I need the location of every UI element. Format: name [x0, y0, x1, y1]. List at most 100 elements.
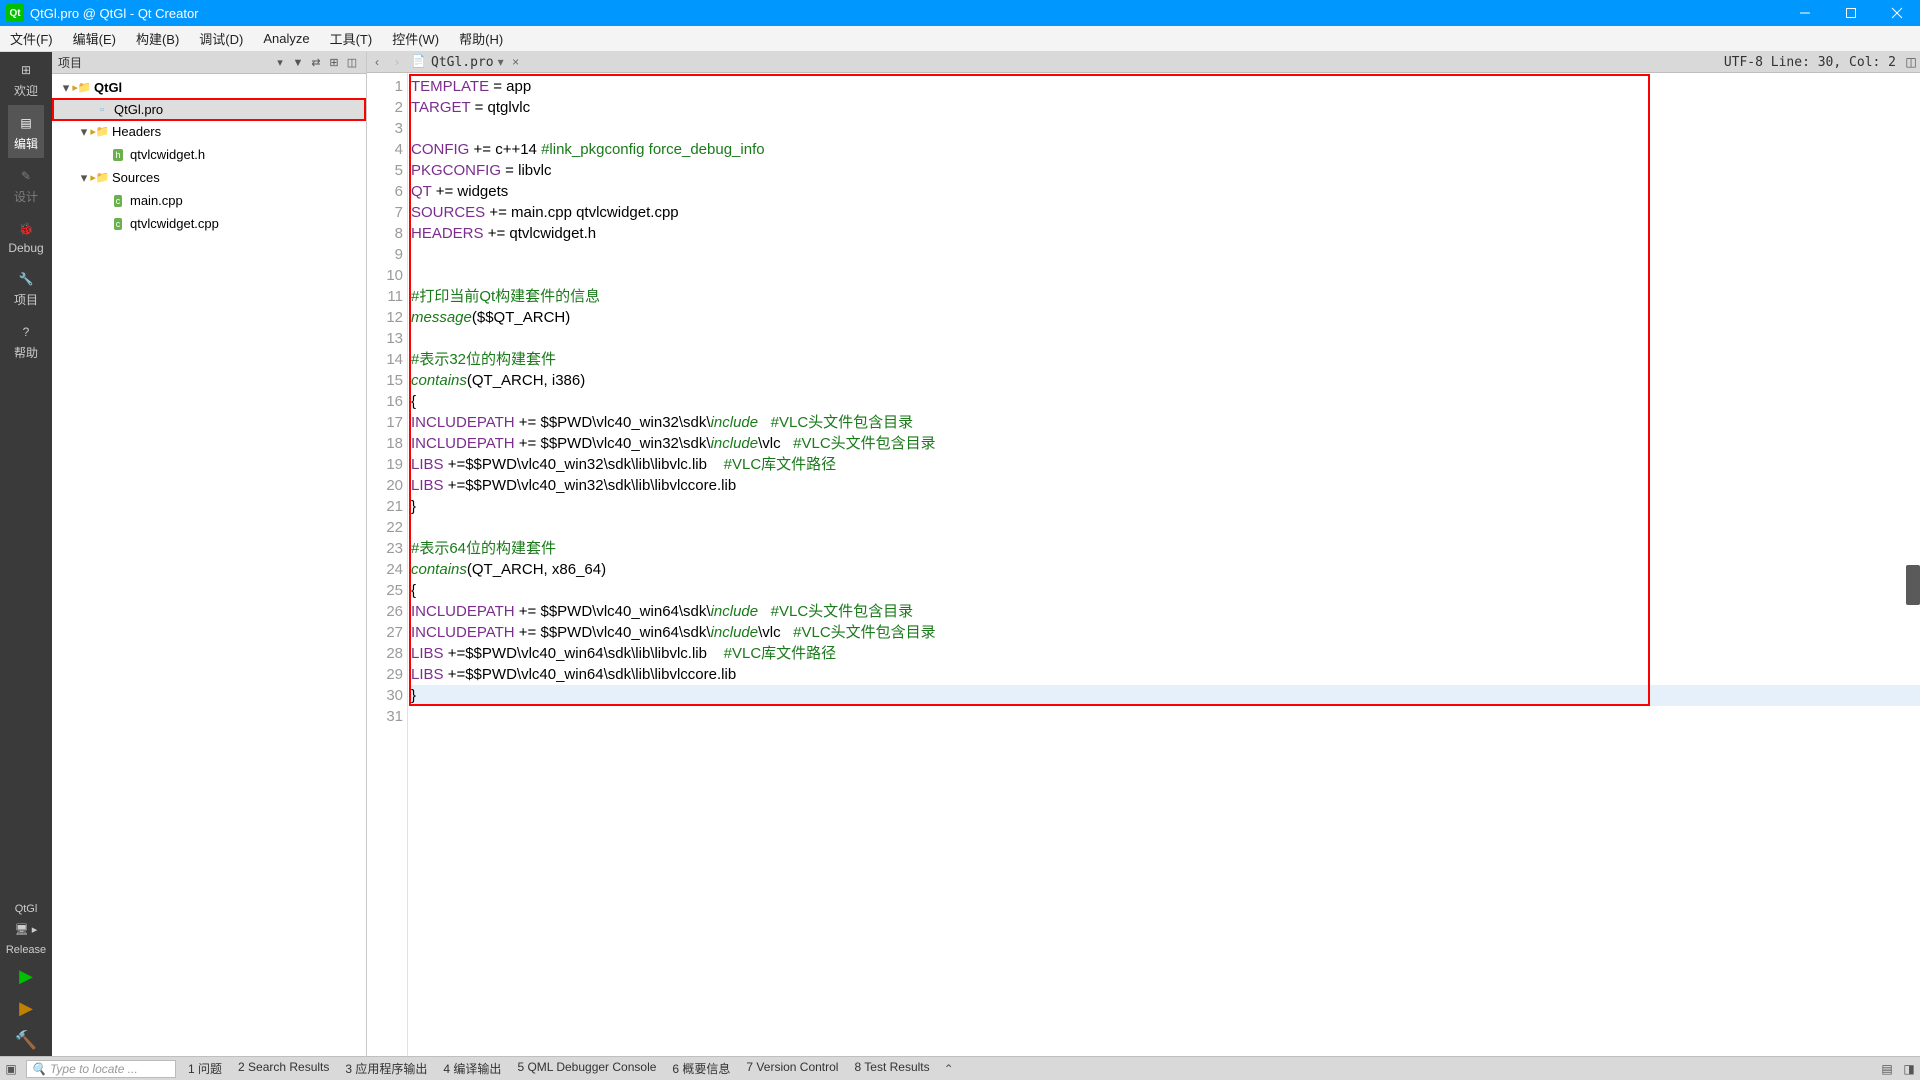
output-tab-2[interactable]: 3 应用程序输出 — [337, 1060, 435, 1077]
code-content[interactable]: TEMPLATE = appTARGET = qtglvlc CONFIG +=… — [407, 73, 1920, 1056]
code-line-10[interactable] — [411, 265, 1920, 286]
run-icon: ▶ — [19, 966, 33, 987]
code-line-2[interactable]: TARGET = qtglvlc — [411, 97, 1920, 118]
mode-项目[interactable]: 🔧项目 — [8, 261, 43, 314]
output-toggle-icon[interactable]: ▣ — [0, 1062, 22, 1076]
tree-icon: ▫ — [94, 102, 110, 118]
tree-label: Headers — [112, 124, 161, 139]
mode-帮助[interactable]: ?帮助 — [8, 314, 43, 367]
run-button[interactable]: ▶ — [15, 960, 37, 992]
mode-Debug[interactable]: 🐞Debug — [8, 211, 43, 261]
panel-filter-icon[interactable]: ▼ — [290, 55, 306, 71]
build-button[interactable]: 🔨 — [15, 1024, 37, 1056]
output-tab-6[interactable]: 7 Version Control — [738, 1060, 846, 1077]
project-tree[interactable]: ▾▸📁QtGl▫QtGl.pro▾▸📁Headershqtvlcwidget.h… — [52, 74, 366, 1056]
project-panel-header: 项目 ▾ ▼ ⇄ ⊞ ◫ — [52, 52, 366, 74]
menu-1[interactable]: 编辑(E) — [63, 26, 126, 51]
tree-item-QtGl[interactable]: ▾▸📁QtGl — [52, 76, 366, 99]
code-line-20[interactable]: LIBS +=$$PWD\vlc40_win32\sdk\lib\libvlcc… — [411, 475, 1920, 496]
menu-7[interactable]: 帮助(H) — [449, 26, 513, 51]
open-file-name[interactable]: QtGl.pro — [431, 55, 494, 70]
code-line-6[interactable]: QT += widgets — [411, 181, 1920, 202]
code-line-25[interactable]: { — [411, 580, 1920, 601]
code-line-30[interactable]: } — [411, 685, 1920, 706]
window-title: QtGl.pro @ QtGl - Qt Creator — [30, 6, 199, 21]
progress-toggle-icon[interactable]: ▤ — [1876, 1062, 1898, 1076]
code-line-28[interactable]: LIBS +=$$PWD\vlc40_win64\sdk\lib\libvlc.… — [411, 643, 1920, 664]
code-line-19[interactable]: LIBS +=$$PWD\vlc40_win32\sdk\lib\libvlc.… — [411, 454, 1920, 475]
code-line-11[interactable]: #打印当前Qt构建套件的信息 — [411, 286, 1920, 307]
close-file-icon[interactable]: × — [508, 55, 524, 69]
output-tab-3[interactable]: 4 编译输出 — [435, 1060, 509, 1077]
panel-split-icon[interactable]: ◫ — [344, 55, 360, 71]
output-tab-5[interactable]: 6 概要信息 — [664, 1060, 738, 1077]
output-tab-4[interactable]: 5 QML Debugger Console — [509, 1060, 664, 1077]
code-line-13[interactable] — [411, 328, 1920, 349]
minimize-button[interactable] — [1782, 0, 1828, 26]
tree-item-qtvlcwidget.cpp[interactable]: cqtvlcwidget.cpp — [52, 212, 366, 235]
tree-label: Sources — [112, 170, 160, 185]
tree-item-Headers[interactable]: ▾▸📁Headers — [52, 120, 366, 143]
mode-icon: 🐞 — [16, 219, 36, 239]
output-tab-1[interactable]: 2 Search Results — [230, 1060, 337, 1077]
output-tab-0[interactable]: 1 问题 — [180, 1060, 230, 1077]
code-line-5[interactable]: PKGCONFIG = libvlc — [411, 160, 1920, 181]
panel-add-icon[interactable]: ⊞ — [326, 55, 342, 71]
menu-4[interactable]: Analyze — [253, 26, 319, 51]
kit-monitor-icon[interactable]: 🖥 ▸ — [15, 919, 38, 940]
nav-back-icon[interactable]: ‹ — [367, 55, 387, 69]
close-button[interactable] — [1874, 0, 1920, 26]
output-tab-7[interactable]: 8 Test Results — [846, 1060, 937, 1077]
nav-forward-icon[interactable]: › — [387, 55, 407, 69]
code-line-7[interactable]: SOURCES += main.cpp qtvlcwidget.cpp — [411, 202, 1920, 223]
code-line-16[interactable]: { — [411, 391, 1920, 412]
code-line-24[interactable]: contains(QT_ARCH, x86_64) — [411, 559, 1920, 580]
split-editor-icon[interactable]: ◫ — [1902, 55, 1920, 69]
maximize-button[interactable] — [1828, 0, 1874, 26]
tree-item-Sources[interactable]: ▾▸📁Sources — [52, 166, 366, 189]
tree-label: qtvlcwidget.h — [130, 147, 205, 162]
mode-设计[interactable]: ✎设计 — [8, 158, 43, 211]
code-line-12[interactable]: message($$QT_ARCH) — [411, 307, 1920, 328]
menu-3[interactable]: 调试(D) — [189, 26, 253, 51]
document-toolbar: ‹ › 📄 QtGl.pro ▾ × UTF-8 Line: 30, Col: … — [367, 52, 1920, 73]
menu-5[interactable]: 工具(T) — [320, 26, 383, 51]
code-line-18[interactable]: INCLUDEPATH += $$PWD\vlc40_win32\sdk\inc… — [411, 433, 1920, 454]
code-line-31[interactable] — [411, 706, 1920, 727]
code-line-3[interactable] — [411, 118, 1920, 139]
mode-icon: ▤ — [16, 113, 36, 133]
tree-item-QtGl.pro[interactable]: ▫QtGl.pro — [52, 98, 366, 121]
code-line-26[interactable]: INCLUDEPATH += $$PWD\vlc40_win64\sdk\inc… — [411, 601, 1920, 622]
code-line-9[interactable] — [411, 244, 1920, 265]
scrollbar-thumb[interactable] — [1906, 565, 1920, 605]
code-line-8[interactable]: HEADERS += qtvlcwidget.h — [411, 223, 1920, 244]
locator-input[interactable]: 🔍 Type to locate ... — [26, 1060, 176, 1078]
code-line-23[interactable]: #表示64位的构建套件 — [411, 538, 1920, 559]
menu-2[interactable]: 构建(B) — [126, 26, 189, 51]
code-line-27[interactable]: INCLUDEPATH += $$PWD\vlc40_win64\sdk\inc… — [411, 622, 1920, 643]
code-line-17[interactable]: INCLUDEPATH += $$PWD\vlc40_win32\sdk\inc… — [411, 412, 1920, 433]
file-dropdown-icon[interactable]: ▾ — [494, 55, 508, 69]
code-line-29[interactable]: LIBS +=$$PWD\vlc40_win64\sdk\lib\libvlcc… — [411, 664, 1920, 685]
kit-config[interactable]: Release — [6, 940, 46, 960]
run-debug-button[interactable]: ▶ — [15, 992, 37, 1024]
tree-item-qtvlcwidget.h[interactable]: hqtvlcwidget.h — [52, 143, 366, 166]
code-line-4[interactable]: CONFIG += c++14 #link_pkgconfig force_de… — [411, 139, 1920, 160]
code-line-14[interactable]: #表示32位的构建套件 — [411, 349, 1920, 370]
menu-0[interactable]: 文件(F) — [0, 26, 63, 51]
sidebar-toggle-icon[interactable]: ◨ — [1898, 1062, 1920, 1076]
mode-编辑[interactable]: ▤编辑 — [8, 105, 43, 158]
kit-project[interactable]: QtGl — [15, 899, 38, 919]
tree-item-main.cpp[interactable]: cmain.cpp — [52, 189, 366, 212]
output-dropdown-icon[interactable]: ⌃ — [938, 1062, 960, 1076]
code-line-1[interactable]: TEMPLATE = app — [411, 76, 1920, 97]
panel-link-icon[interactable]: ⇄ — [308, 55, 324, 71]
code-line-22[interactable] — [411, 517, 1920, 538]
code-line-15[interactable]: contains(QT_ARCH, i386) — [411, 370, 1920, 391]
menu-6[interactable]: 控件(W) — [382, 26, 449, 51]
code-line-21[interactable]: } — [411, 496, 1920, 517]
search-icon: 🔍 — [31, 1062, 46, 1076]
panel-dropdown-icon[interactable]: ▾ — [272, 55, 288, 71]
code-editor[interactable]: 1234567891011121314151617181920212223242… — [367, 73, 1920, 1056]
mode-欢迎[interactable]: ⊞欢迎 — [8, 52, 43, 105]
